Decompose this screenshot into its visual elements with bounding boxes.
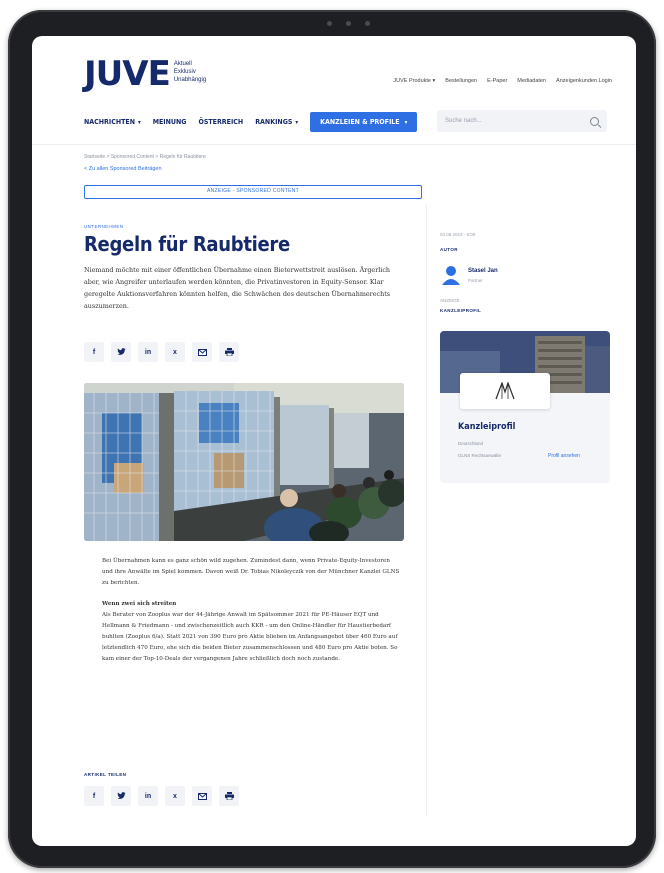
kanzlei-logo-mark [495, 382, 515, 400]
view-profile-link[interactable]: Profil ansehen [548, 453, 580, 459]
kanzleien-profile-button[interactable]: KANZLEIEN & PROFILE ▾ [310, 112, 418, 132]
camera-dot [345, 20, 351, 26]
nav-item-label: NACHRICHTEN [84, 118, 135, 126]
camera-dot [326, 20, 332, 26]
kanzlei-logo [460, 373, 550, 409]
nav-item-label: ÖSTERREICH [198, 118, 244, 126]
kanzlei-title: Kanzleiprofil [458, 422, 516, 432]
twitter-icon [116, 348, 126, 355]
article-lead: Niemand möchte mit einer öffentlichen Üb… [84, 266, 391, 310]
nav-item-label: RANKINGS [255, 118, 293, 126]
top-link-orders[interactable]: Bestellungen [445, 78, 477, 84]
camera-dot [364, 20, 370, 26]
mail-icon [197, 792, 207, 800]
logo-text: JUVE [84, 54, 171, 94]
author-label: AUTOR [440, 247, 458, 252]
search-placeholder: Suche nach... [445, 118, 482, 124]
linkedin-icon: in [144, 792, 152, 800]
kanzlei-profile-card[interactable]: Kanzleiprofil Deutschland GLNS Rechtsanw… [440, 331, 610, 483]
top-link-epaper[interactable]: E-Paper [487, 78, 507, 84]
article-title: Regeln für Raubtiere [84, 232, 290, 256]
print-button[interactable] [219, 342, 239, 362]
author-name[interactable]: Stasel Jan [468, 268, 498, 274]
chevron-down-icon: ▾ [404, 118, 408, 126]
camera-bar [293, 18, 403, 28]
publish-date: 04.08.2023 - 9:00 [440, 232, 476, 237]
linkedin-icon: in [144, 348, 152, 356]
article-image [84, 383, 404, 541]
xing-icon: x [173, 348, 177, 356]
author-avatar-icon [442, 266, 460, 285]
facebook-icon: f [92, 792, 96, 800]
xing-icon: x [173, 792, 177, 800]
sponsored-banner: ANZEIGE - SPONSORED CONTENT [84, 185, 422, 199]
facebook-share-button[interactable]: f [84, 786, 104, 806]
site-header: JUVE Aktuell Exklusiv Unabhängig JUVE Pr… [32, 36, 636, 136]
breadcrumb[interactable]: Startseite > Sponsored Content > Regeln … [84, 154, 206, 160]
xing-share-button[interactable]: x [165, 786, 185, 806]
linkedin-share-button[interactable]: in [138, 342, 158, 362]
nav-item-austria[interactable]: ÖSTERREICH [198, 118, 243, 126]
logo-tagline: Aktuell Exklusiv Unabhängig [173, 61, 207, 83]
sidebar-misc-label: ANZEIGE [440, 298, 460, 303]
back-to-sponsored-link[interactable]: < Zu allen Sponsored Beiträgen [84, 166, 162, 172]
print-icon [224, 792, 234, 800]
kanzlei-label: KANZLEIPROFIL [440, 308, 482, 313]
twitter-share-button[interactable] [111, 342, 131, 362]
search-icon[interactable] [590, 116, 599, 126]
article-category[interactable]: UNTERNEHMEN [84, 224, 123, 229]
twitter-share-button[interactable] [111, 786, 131, 806]
xing-share-button[interactable]: x [165, 342, 185, 362]
top-link-products[interactable]: JUVE Produkte ▾ [393, 78, 435, 84]
email-share-button[interactable] [192, 786, 212, 806]
top-link-login[interactable]: Anzeigenkunden Login [556, 78, 612, 84]
search-input[interactable]: Suche nach... [437, 110, 607, 132]
author-role: Partner [468, 278, 483, 283]
chevron-down-icon: ▾ [295, 118, 299, 126]
nav-item-news[interactable]: NACHRICHTEN ▾ [84, 118, 141, 126]
share-label: ARTIKEL TEILEN [84, 772, 127, 777]
screen: JUVE Aktuell Exklusiv Unabhängig JUVE Pr… [32, 36, 636, 846]
nav-item-opinion[interactable]: MEINUNG [153, 118, 187, 126]
article-subhead: Wenn zwei sich streiten [102, 601, 177, 607]
nav-item-label: MEINUNG [152, 118, 187, 126]
article-photo [84, 383, 404, 541]
facebook-icon: f [92, 348, 96, 356]
article-body: Bei Übernahmen kann es ganz schön wild z… [102, 556, 402, 675]
cta-label: KANZLEIEN & PROFILE [320, 118, 400, 126]
nav-item-rankings[interactable]: RANKINGS ▾ [255, 118, 298, 126]
facebook-share-button[interactable]: f [84, 342, 104, 362]
top-link-mediadata[interactable]: Mediadaten [517, 78, 546, 84]
share-bar-top: f in x [84, 342, 239, 362]
article-paragraph: Als Berater von Zooplus war der 44-Jähri… [102, 612, 398, 662]
tablet-frame: JUVE Aktuell Exklusiv Unabhängig JUVE Pr… [8, 10, 656, 868]
chevron-down-icon: ▾ [138, 118, 141, 126]
linkedin-share-button[interactable]: in [138, 786, 158, 806]
share-bar-bottom: f in x [84, 786, 239, 806]
kanzlei-firm: GLNS Rechtsanwälte [458, 453, 502, 458]
article-paragraph: Bei Übernahmen kann es ganz schön wild z… [102, 558, 400, 586]
top-links: JUVE Produkte ▾ Bestellungen E-Paper Med… [393, 78, 612, 84]
site-logo[interactable]: JUVE Aktuell Exklusiv Unabhängig [84, 54, 214, 94]
print-button[interactable] [219, 786, 239, 806]
mail-icon [197, 348, 207, 356]
email-share-button[interactable] [192, 342, 212, 362]
column-divider [426, 204, 427, 816]
kanzlei-location: Deutschland [458, 441, 484, 446]
header-divider [32, 144, 636, 145]
print-icon [224, 348, 234, 356]
twitter-icon [116, 792, 126, 799]
main-nav: NACHRICHTEN ▾ MEINUNG ÖSTERREICH RANKING… [84, 112, 418, 132]
